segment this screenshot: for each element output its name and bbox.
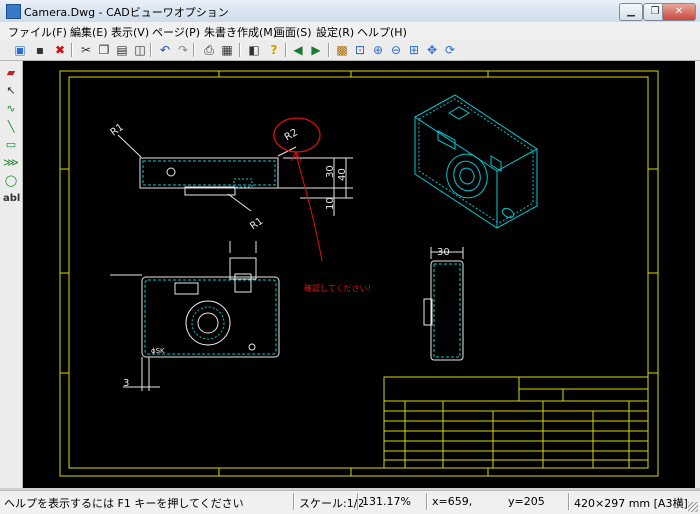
toolbar-separator	[328, 43, 330, 57]
toolbar-separator	[239, 43, 241, 57]
copy-icon[interactable]: ❐	[96, 42, 112, 58]
markup-r2	[273, 117, 323, 262]
undo-icon[interactable]: ↶	[157, 42, 173, 58]
paste-icon[interactable]: ▤	[114, 42, 130, 58]
toolbar-separator	[285, 43, 287, 57]
layer-icon[interactable]: ▩	[334, 42, 350, 58]
help-icon[interactable]: ?	[266, 42, 282, 58]
title-block	[383, 376, 649, 469]
rectangle-icon[interactable]: ▭	[3, 137, 19, 153]
status-paper-size: 420×297 mm [A3横]	[574, 497, 688, 510]
zoom-window-icon[interactable]: ⊡	[352, 42, 368, 58]
dim-10: 10	[325, 197, 336, 210]
top-view	[117, 134, 353, 216]
next-page-icon[interactable]: ▶	[308, 42, 324, 58]
app-icon	[6, 4, 21, 19]
markup-toolbar: ▰ ↖ ∿ ╲ ▭ ⋙ ◯ abl	[0, 61, 23, 488]
status-separator	[426, 493, 428, 510]
dim-r1-bottom: R1	[248, 216, 265, 233]
freehand-icon[interactable]: ∿	[3, 101, 19, 117]
menu-page[interactable]: ページ(P)	[152, 24, 200, 40]
print-icon[interactable]: ⎙	[201, 42, 217, 58]
save-icon[interactable]: ▪	[32, 42, 48, 58]
drawing-frame	[59, 70, 659, 477]
menu-screen[interactable]: 画面(S)	[274, 24, 312, 40]
front-view	[110, 241, 280, 391]
side-view	[423, 247, 464, 361]
status-scale: スケール:1/2	[299, 497, 365, 510]
zoom-out-icon[interactable]: ⊖	[388, 42, 404, 58]
title-bar: Camera.Dwg - CADビューワオプション ▁ ❐ ✕	[0, 0, 700, 23]
toolbar: ▣ ▪ ✖ ✂ ❐ ▤ ◫ ↶ ↷ ⎙ ▦ ◧ ? ◀ ▶ ▩ ⊡ ⊕ ⊖ ⊞ …	[0, 40, 700, 61]
toolbar-separator	[193, 43, 195, 57]
dim-40: 40	[337, 168, 348, 181]
print-preview-icon[interactable]: ▦	[219, 42, 235, 58]
menu-view[interactable]: 表示(V)	[111, 24, 149, 40]
status-y-coord: y=205	[508, 495, 545, 508]
zoom-extents-icon[interactable]: ✥	[424, 42, 440, 58]
properties-icon[interactable]: ◧	[246, 42, 262, 58]
menu-markup[interactable]: 朱書き作成(M)	[204, 24, 277, 40]
open-icon[interactable]: ▣	[12, 42, 28, 58]
paste-special-icon[interactable]: ◫	[132, 42, 148, 58]
dim-r2: R2	[283, 127, 300, 143]
window-title: Camera.Dwg - CADビューワオプション	[24, 6, 229, 19]
status-separator	[293, 493, 295, 510]
status-separator	[357, 493, 359, 510]
menu-file[interactable]: ファイル(F)	[8, 24, 67, 40]
prev-page-icon[interactable]: ◀	[290, 42, 306, 58]
markup-annotation-text: 確認してください！	[304, 283, 376, 293]
app-window: Camera.Dwg - CADビューワオプション ▁ ❐ ✕ ファイル(F) …	[0, 0, 700, 514]
menu-settings[interactable]: 設定(R)	[316, 24, 354, 40]
vertical-scrollbar[interactable]	[695, 61, 700, 488]
line-icon[interactable]: ╲	[3, 119, 19, 135]
menu-edit[interactable]: 編集(E)	[70, 24, 108, 40]
dim-r1-top: R1	[109, 122, 126, 139]
toolbar-separator	[71, 43, 73, 57]
redo-icon[interactable]: ↷	[175, 42, 191, 58]
brand-mark: ɸSK	[151, 347, 165, 355]
markup-comment-icon[interactable]: ▰	[3, 65, 19, 81]
cut-icon[interactable]: ✂	[78, 42, 94, 58]
cad-drawing: R1 R2 R1 30 40 10 30 3 確認してください！ ɸSK	[59, 70, 659, 477]
zoom-in-icon[interactable]: ⊕	[370, 42, 386, 58]
drawing-canvas[interactable]: R1 R2 R1 30 40 10 30 3 確認してください！ ɸSK	[23, 61, 695, 488]
status-help-text: ヘルプを表示するには F1 キーを押してください	[4, 497, 244, 510]
status-separator	[568, 493, 570, 510]
status-bar: ヘルプを表示するには F1 キーを押してください スケール:1/2 131.17…	[0, 490, 700, 514]
status-x-coord: x=659,	[432, 495, 473, 508]
ellipse-icon[interactable]: ◯	[3, 173, 19, 189]
close-button[interactable]: ✕	[662, 3, 696, 21]
status-zoom: 131.17%	[362, 495, 411, 508]
isometric-view	[414, 94, 538, 229]
zoom-fit-icon[interactable]: ⊞	[406, 42, 422, 58]
toolbar-separator	[150, 43, 152, 57]
dim-30: 30	[325, 165, 336, 178]
polyline-icon[interactable]: ⋙	[3, 155, 19, 171]
select-arrow-icon[interactable]: ↖	[3, 83, 19, 99]
menu-bar: ファイル(F) 編集(E) 表示(V) ページ(P) 朱書き作成(M) 画面(S…	[0, 22, 700, 41]
minimize-button[interactable]: ▁	[619, 3, 643, 21]
refresh-icon[interactable]: ⟳	[442, 42, 458, 58]
close-file-icon[interactable]: ✖	[52, 42, 68, 58]
menu-help[interactable]: ヘルプ(H)	[357, 24, 407, 40]
resize-grip[interactable]	[688, 502, 698, 512]
text-tool-icon[interactable]: abl	[3, 191, 20, 207]
